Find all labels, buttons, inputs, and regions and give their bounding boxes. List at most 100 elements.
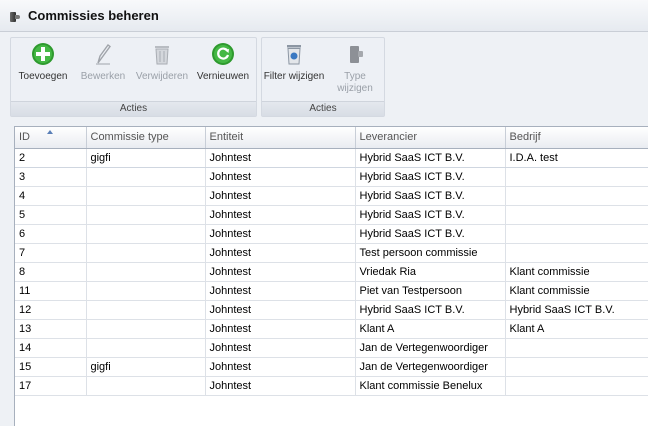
cell-entity: Johntest [205,224,356,244]
cell-id: 5 [15,205,87,225]
filter-change-button[interactable]: Filter wijzigen [262,41,326,95]
cell-id: 8 [15,262,87,282]
table-row[interactable]: 17 Johntest Klant commissie Benelux [15,376,648,396]
refresh-icon [210,41,236,67]
cell-entity: Johntest [205,186,356,206]
cell-supplier: Hybrid SaaS ICT B.V. [355,148,506,168]
cell-commission-type [86,319,206,339]
cell-commission-type: gigfi [86,357,206,377]
cell-commission-type: gigfi [86,148,206,168]
cell-company [505,338,648,358]
table-row[interactable]: 8 Johntest Vriedak Ria Klant commissie [15,262,648,282]
table-row[interactable]: 15 gigfi Johntest Jan de Vertegenwoordiger [15,357,648,377]
cell-company: Hybrid SaaS ICT B.V. [505,300,648,320]
cell-company [505,186,648,206]
table-row[interactable]: 11 Johntest Piet van Testpersoon Klant comm… [15,281,648,301]
cell-entity: Johntest [205,319,356,339]
cell-entity: Johntest [205,148,356,168]
column-header-entity[interactable]: Entiteit [205,127,356,149]
column-header-company[interactable]: Bedrijf [505,127,648,149]
cell-supplier: Test persoon commissie [355,243,506,263]
app-icon [8,9,22,23]
type-icon [342,41,368,67]
cell-supplier: Vriedak Ria [355,262,506,282]
cell-entity: Johntest [205,262,356,282]
cell-supplier: Jan de Vertegenwoordiger [355,338,506,358]
type-change-button-label: Type wijzigen [337,71,373,94]
cell-company [505,357,648,377]
trash-icon [149,41,175,67]
cell-commission-type [86,376,206,396]
commission-grid[interactable]: ID Commissie type Entiteit Leverancier B… [14,126,648,426]
table-row[interactable]: 4 Johntest Hybrid SaaS ICT B.V. [15,186,648,206]
cell-company: Klant commissie [505,281,648,301]
cell-supplier: Klant A [355,319,506,339]
cell-company: Klant commissie [505,262,648,282]
cell-commission-type [86,300,206,320]
delete-button[interactable]: Verwijderen [131,41,193,82]
ribbon-toolbar: Toevoegen Bewerken Verwijderen Vernieuwe… [10,37,389,117]
cell-supplier: Piet van Testpersoon [355,281,506,301]
cell-id: 3 [15,167,87,187]
cell-supplier: Hybrid SaaS ICT B.V. [355,224,506,244]
table-row[interactable]: 13 Johntest Klant A Klant A [15,319,648,339]
cell-company [505,243,648,263]
column-header-commission-type[interactable]: Commissie type [86,127,206,149]
cell-company [505,376,648,396]
cell-entity: Johntest [205,357,356,377]
cell-id: 4 [15,186,87,206]
add-button-label: Toevoegen [18,71,68,82]
cell-id: 15 [15,357,87,377]
column-header-id[interactable]: ID [15,127,87,149]
cell-id: 17 [15,376,87,396]
cell-id: 12 [15,300,87,320]
cell-commission-type [86,338,206,358]
table-row[interactable]: 12 Johntest Hybrid SaaS ICT B.V. Hybrid Saa… [15,300,648,320]
pencil-icon [90,41,116,67]
cell-commission-type [86,243,206,263]
add-button[interactable]: Toevoegen [11,41,75,82]
type-change-button[interactable]: Type wijzigen [326,41,384,95]
ribbon-group-label: Acties [11,101,256,116]
ribbon-group-acties-2: Filter wijzigen Type wijzigen Acties [261,37,385,117]
cell-company: I.D.A. test [505,148,648,168]
cell-entity: Johntest [205,167,356,187]
edit-button-label: Bewerken [80,71,126,82]
grid-header-row: ID Commissie type Entiteit Leverancier B… [15,127,648,149]
window-title: Commissies beheren [28,8,159,23]
cell-commission-type [86,281,206,301]
cell-id: 11 [15,281,87,301]
refresh-button-label: Vernieuwen [196,71,250,82]
cell-entity: Johntest [205,376,356,396]
table-row[interactable]: 3 Johntest Hybrid SaaS ICT B.V. [15,167,648,187]
cell-supplier: Hybrid SaaS ICT B.V. [355,300,506,320]
refresh-button[interactable]: Vernieuwen [193,41,253,82]
cell-company: Klant A [505,319,648,339]
cell-supplier: Klant commissie Benelux [355,376,506,396]
table-row[interactable]: 14 Johntest Jan de Vertegenwoordiger [15,338,648,358]
table-row[interactable]: 2 gigfi Johntest Hybrid SaaS ICT B.V. I.D.A.… [15,148,648,168]
cell-supplier: Hybrid SaaS ICT B.V. [355,205,506,225]
edit-button[interactable]: Bewerken [75,41,131,82]
cell-id: 2 [15,148,87,168]
cell-entity: Johntest [205,205,356,225]
cell-company [505,224,648,244]
cell-id: 14 [15,338,87,358]
cell-id: 6 [15,224,87,244]
cell-supplier: Jan de Vertegenwoordiger [355,357,506,377]
cell-entity: Johntest [205,338,356,358]
add-icon [30,41,56,67]
ribbon-group-acties: Toevoegen Bewerken Verwijderen Vernieuwe… [10,37,257,117]
cell-entity: Johntest [205,243,356,263]
window-titlebar: Commissies beheren [0,0,648,32]
cell-entity: Johntest [205,300,356,320]
cell-supplier: Hybrid SaaS ICT B.V. [355,186,506,206]
table-row[interactable]: 6 Johntest Hybrid SaaS ICT B.V. [15,224,648,244]
cell-commission-type [86,224,206,244]
column-header-supplier[interactable]: Leverancier [355,127,506,149]
cell-commission-type [86,205,206,225]
cell-company [505,205,648,225]
cell-supplier: Hybrid SaaS ICT B.V. [355,167,506,187]
table-row[interactable]: 7 Johntest Test persoon commissie [15,243,648,263]
table-row[interactable]: 5 Johntest Hybrid SaaS ICT B.V. [15,205,648,225]
